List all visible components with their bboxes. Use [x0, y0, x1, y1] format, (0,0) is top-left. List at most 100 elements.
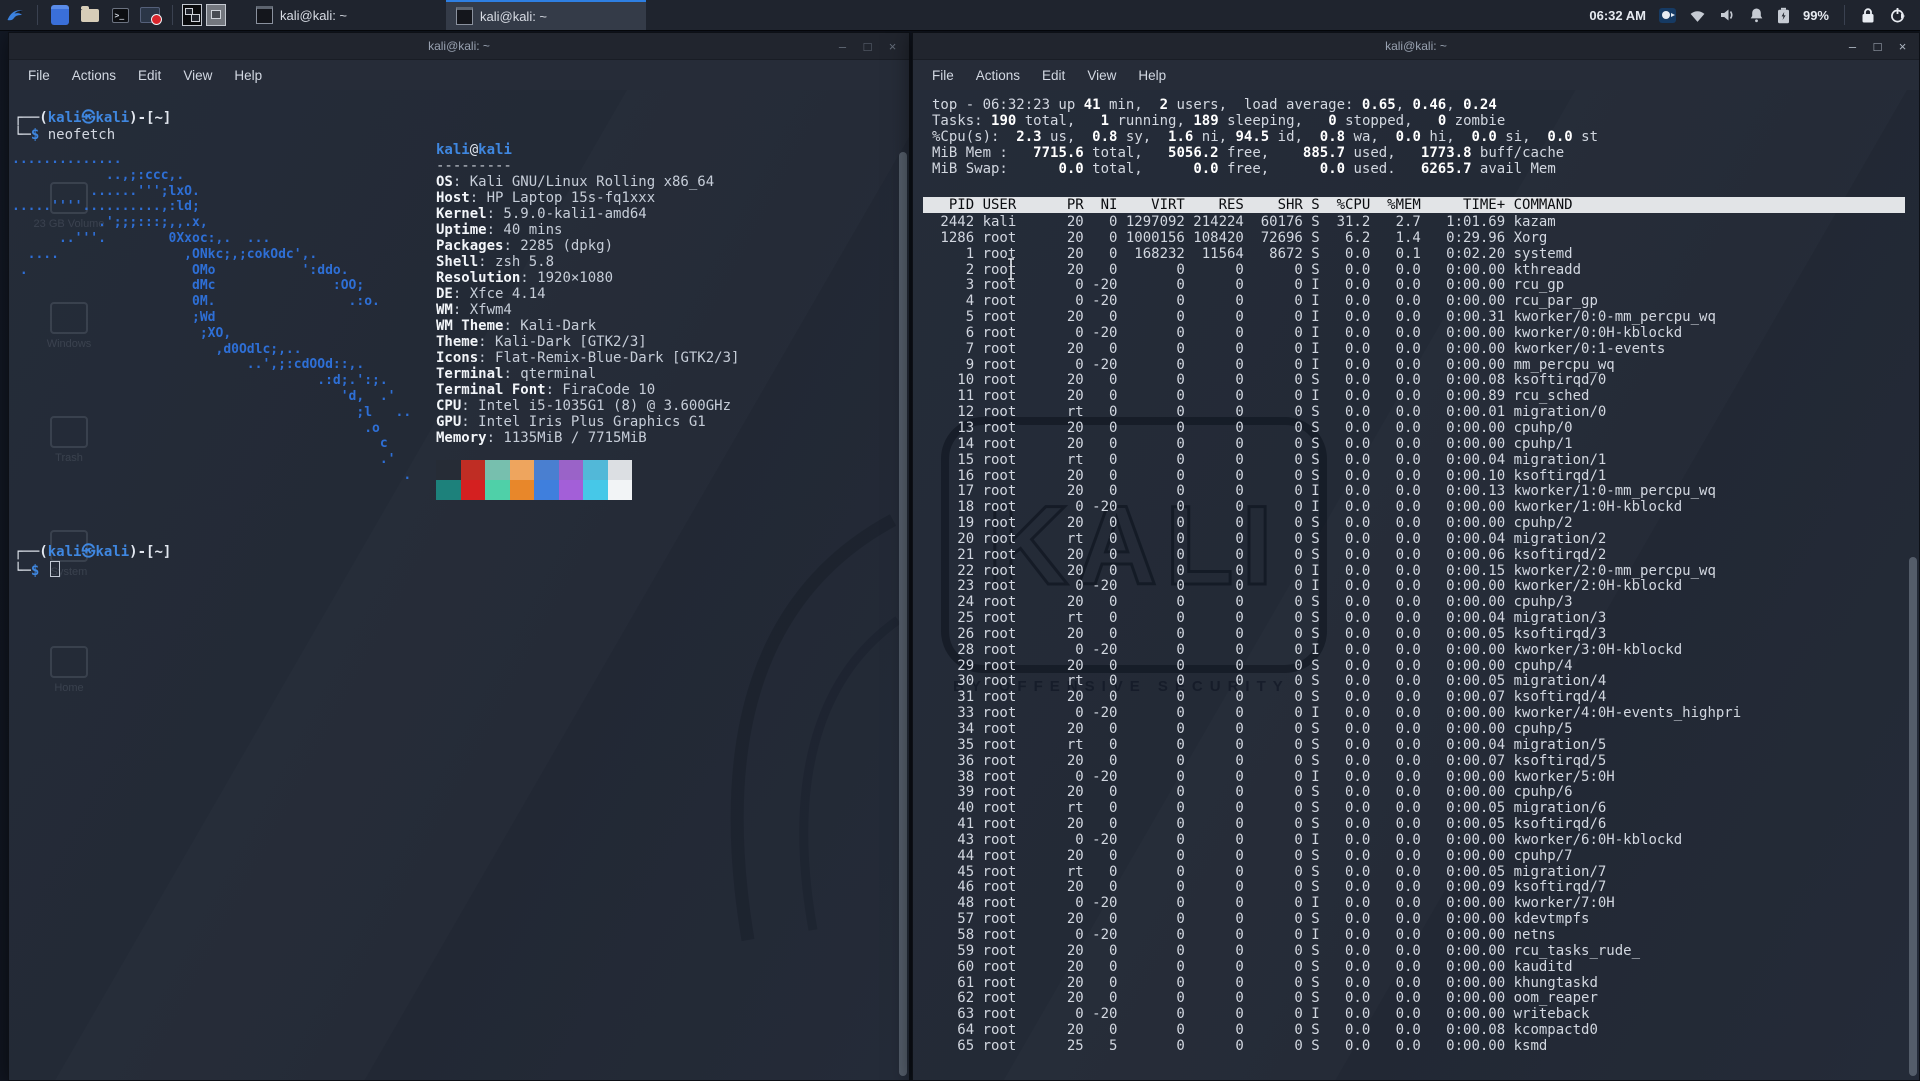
folder-icon [81, 9, 99, 22]
process-row: 46 root 20 0 0 0 0 S 0.0 0.0 0:00.09 kso… [932, 880, 1741, 896]
process-row: 38 root 0 -20 0 0 0 I 0.0 0.0 0:00.00 kw… [932, 770, 1741, 786]
wifi-icon[interactable] [1689, 8, 1706, 23]
left-window-titlebar[interactable]: kali@kali: ~ – □ × [9, 33, 909, 60]
process-table-header[interactable]: PID USER PR NI VIRT RES SHR S %CPU %MEM … [923, 197, 1905, 213]
menu-edit[interactable]: Edit [1031, 65, 1076, 86]
right-window-titlebar[interactable]: kali@kali: ~ – □ × [913, 33, 1919, 60]
left-scrollbar[interactable] [899, 152, 907, 1076]
process-row: 17 root 20 0 0 0 0 I 0.0 0.0 0:00.13 kwo… [932, 484, 1741, 500]
menu-actions[interactable]: Actions [965, 65, 1031, 86]
process-row: 63 root 0 -20 0 0 0 I 0.0 0.0 0:00.00 wr… [932, 1007, 1741, 1023]
screen-recorder-launcher[interactable] [138, 3, 162, 27]
system-tray: 06:32 AM 99% [1589, 5, 1920, 25]
wallpaper-dragon-curve [693, 500, 903, 1040]
process-row: 30 root rt 0 0 0 0 S 0.0 0.0 0:00.05 mig… [932, 674, 1741, 690]
process-row: 26 root 20 0 0 0 0 S 0.0 0.0 0:00.05 kso… [932, 627, 1741, 643]
top-summary-line: MiB Mem : 7715.6 total, 5056.2 free, 885… [932, 145, 1598, 161]
taskbar-button[interactable]: kali@kali: ~ [246, 0, 446, 30]
neofetch-field: Icons: Flat-Remix-Blue-Dark [GTK2/3] [436, 350, 739, 366]
kali-menu-button[interactable] [3, 3, 27, 27]
menu-edit[interactable]: Edit [127, 65, 172, 86]
top-summary-line: top - 06:32:23 up 41 min, 2 users, load … [932, 97, 1598, 113]
kazam-tray-icon[interactable] [1659, 8, 1676, 23]
neofetch-field: Resolution: 1920×1080 [436, 270, 739, 286]
battery-percentage[interactable]: 99% [1803, 8, 1829, 23]
taskbar-button-label: kali@kali: ~ [280, 8, 347, 23]
process-row: 43 root 0 -20 0 0 0 I 0.0 0.0 0:00.00 kw… [932, 833, 1741, 849]
left-terminal-content[interactable]: 23 GB VolumeWindowsTrashSystemHome ┌──(k… [9, 90, 909, 1080]
process-row: 25 root rt 0 0 0 0 S 0.0 0.0 0:00.04 mig… [932, 611, 1741, 627]
window-taskbar: kali@kali: ~ kali@kali: ~ [246, 0, 646, 30]
menu-actions[interactable]: Actions [61, 65, 127, 86]
bell-icon[interactable] [1749, 7, 1764, 23]
neofetch-field: WM Theme: Kali-Dark [436, 318, 739, 334]
palette-swatch [510, 480, 535, 500]
neofetch-field: Theme: Kali-Dark [GTK2/3] [436, 334, 739, 350]
palette-swatch [583, 460, 608, 480]
menu-help[interactable]: Help [223, 65, 273, 86]
power-icon[interactable] [1889, 7, 1906, 24]
neofetch-field: Terminal Font: FiraCode 10 [436, 382, 739, 398]
palette-swatch [559, 460, 584, 480]
kali-logo-icon [6, 6, 25, 25]
menu-help[interactable]: Help [1127, 65, 1177, 86]
neofetch-field: Host: HP Laptop 15s-fq1xxx [436, 190, 739, 206]
palette-swatch [510, 460, 535, 480]
right-terminal-content[interactable]: KALI BY OFFENSIVE SECURITY top - 06:32:2… [913, 90, 1919, 1080]
process-row: 31 root 20 0 0 0 0 S 0.0 0.0 0:00.07 kso… [932, 690, 1741, 706]
process-row: 61 root 20 0 0 0 0 S 0.0 0.0 0:00.00 khu… [932, 976, 1741, 992]
panel-separator [1844, 5, 1845, 25]
menu-file[interactable]: File [17, 65, 61, 86]
maximize-button[interactable]: □ [861, 40, 874, 53]
battery-icon[interactable] [1777, 7, 1790, 24]
palette-swatch [534, 460, 559, 480]
palette-swatch [436, 480, 461, 500]
maximize-button[interactable]: □ [1871, 40, 1884, 53]
clock[interactable]: 06:32 AM [1589, 8, 1646, 23]
file-manager-launcher[interactable] [48, 3, 72, 27]
taskbar-button-label: kali@kali: ~ [480, 9, 547, 24]
process-row: 34 root 20 0 0 0 0 S 0.0 0.0 0:00.00 cpu… [932, 722, 1741, 738]
menu-file[interactable]: File [921, 65, 965, 86]
terminal-launcher[interactable]: >_ [108, 3, 132, 27]
process-row: 4 root 0 -20 0 0 0 I 0.0 0.0 0:00.00 rcu… [932, 294, 1741, 310]
right-scrollbar[interactable] [1909, 557, 1917, 1076]
process-row: 3 root 0 -20 0 0 0 I 0.0 0.0 0:00.00 rcu… [932, 278, 1741, 294]
menu-view[interactable]: View [1076, 65, 1127, 86]
terminal-color-palette [436, 460, 632, 500]
process-row: 65 root 25 5 0 0 0 S 0.0 0.0 0:00.00 ksm… [932, 1039, 1741, 1055]
folder-launcher[interactable] [78, 3, 102, 27]
process-row: 14 root 20 0 0 0 0 S 0.0 0.0 0:00.00 cpu… [932, 437, 1741, 453]
lock-icon[interactable] [1860, 7, 1876, 24]
process-row: 7 root 20 0 0 0 0 I 0.0 0.0 0:00.00 kwor… [932, 342, 1741, 358]
workspace-2[interactable] [206, 4, 226, 26]
palette-swatch [583, 480, 608, 500]
neofetch-field: WM: Xfwm4 [436, 302, 739, 318]
process-row: 33 root 0 -20 0 0 0 I 0.0 0.0 0:00.00 kw… [932, 706, 1741, 722]
close-button[interactable]: × [886, 40, 899, 53]
neofetch-field: Terminal: qterminal [436, 366, 739, 382]
close-button[interactable]: × [1896, 40, 1909, 53]
palette-swatch [608, 480, 633, 500]
process-table: 2442 kali 20 0 1297092 214224 60176 S 31… [932, 215, 1741, 1055]
process-row: 59 root 20 0 0 0 0 S 0.0 0.0 0:00.00 rcu… [932, 944, 1741, 960]
process-row: 36 root 20 0 0 0 0 S 0.0 0.0 0:00.07 kso… [932, 754, 1741, 770]
process-row: 12 root rt 0 0 0 0 S 0.0 0.0 0:00.01 mig… [932, 405, 1741, 421]
file-manager-icon [51, 5, 69, 25]
volume-icon[interactable] [1719, 7, 1736, 23]
process-row: 40 root rt 0 0 0 0 S 0.0 0.0 0:00.05 mig… [932, 801, 1741, 817]
minimize-button[interactable]: – [836, 40, 849, 53]
process-row: 60 root 20 0 0 0 0 S 0.0 0.0 0:00.00 kau… [932, 960, 1741, 976]
palette-swatch [461, 460, 486, 480]
neofetch-field: DE: Xfce 4.14 [436, 286, 739, 302]
top-summary-line: %Cpu(s): 2.3 us, 0.8 sy, 1.6 ni, 94.5 id… [932, 129, 1598, 145]
workspace-1[interactable] [182, 4, 202, 26]
shell-prompt: ┌──(kali㉿kali)-[~] └─$ neofetch [14, 110, 171, 144]
process-row: 57 root 20 0 0 0 0 S 0.0 0.0 0:00.00 kde… [932, 912, 1741, 928]
menu-view[interactable]: View [172, 65, 223, 86]
window-title: kali@kali: ~ [428, 39, 490, 53]
kali-ascii-logo: .............. ..,;:ccc,. ......''';lxO.… [12, 152, 411, 484]
minimize-button[interactable]: – [1846, 40, 1859, 53]
taskbar-button[interactable]: kali@kali: ~ [446, 0, 646, 30]
process-row: 9 root 0 -20 0 0 0 I 0.0 0.0 0:00.00 mm_… [932, 358, 1741, 374]
